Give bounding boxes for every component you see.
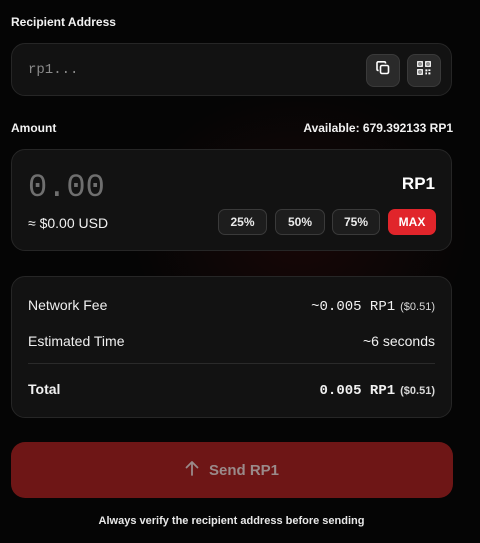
arrow-up-icon (185, 460, 199, 480)
percent-25-button[interactable]: 25% (218, 209, 267, 235)
verify-hint: Always verify the recipient address befo… (98, 515, 365, 527)
recipient-label: Recipient Address (11, 15, 116, 29)
total-value-row: 0.005 RP1 ($0.51) (320, 381, 435, 399)
token-symbol: RP1 (401, 174, 435, 193)
available-balance: Available: 679.392133 RP1 (303, 121, 453, 135)
percent-50-button[interactable]: 50% (275, 209, 325, 235)
amount-label: Amount (11, 121, 57, 135)
max-button[interactable]: MAX (388, 209, 436, 235)
total-label: Total (28, 381, 61, 397)
amount-input[interactable] (28, 167, 288, 207)
fee-summary-card: Network Fee ~0.005 RP1 ($0.51) Estimated … (11, 276, 452, 418)
copy-icon (376, 61, 390, 80)
send-button-label: Send RP1 (208, 461, 280, 479)
amount-card: RP1 ≈ $0.00 USD 25% 50% 75% MAX (11, 149, 452, 251)
recipient-address-input[interactable] (28, 44, 358, 96)
send-button[interactable]: Send RP1 (11, 442, 453, 498)
network-fee-usd: ($0.51) (400, 301, 435, 313)
estimated-time-value: ~6 seconds (363, 333, 435, 349)
qr-code-icon (417, 61, 431, 80)
total-usd: ($0.51) (400, 385, 435, 397)
network-fee-label: Network Fee (28, 297, 108, 313)
total-value: 0.005 RP1 (319, 383, 396, 399)
network-fee-value-row: ~0.005 RP1 ($0.51) (311, 297, 435, 315)
divider (28, 363, 435, 364)
copy-button[interactable] (366, 54, 400, 87)
usd-equivalent: ≈ $0.00 USD (28, 215, 109, 231)
recipient-field (11, 43, 452, 96)
percent-75-button[interactable]: 75% (332, 209, 380, 235)
scan-qr-button[interactable] (407, 54, 441, 87)
estimated-time-label: Estimated Time (28, 333, 125, 349)
network-fee-value: ~0.005 RP1 (311, 299, 396, 315)
